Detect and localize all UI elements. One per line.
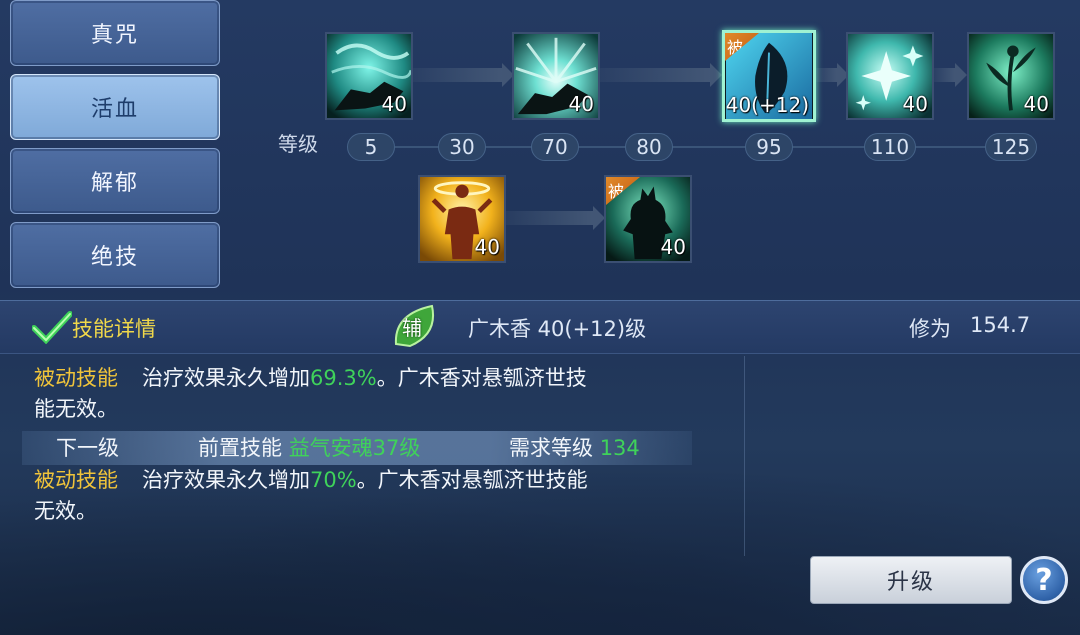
support-type-label: 辅 [402,316,422,340]
next-effect-line: 被动技能 治疗效果永久增加70%。广木香对悬瓠济世技能 [34,465,588,496]
effect-text: 治疗效果永久增加 [142,468,310,492]
skill-level: 40 [568,92,594,116]
tab-jieyu[interactable]: 解郁 [10,148,220,214]
level-step: 30 [438,133,486,161]
skill-slot-2[interactable]: 40 [512,32,600,120]
current-effect-line: 被动技能 治疗效果永久增加69.3%。广木香对悬瓠济世技 [34,363,587,394]
panel-divider [744,356,745,556]
required-level-label: 需求等级 [509,436,593,460]
level-step: 80 [625,133,673,161]
cultivation-value: 154.7 [970,313,1031,337]
effect-value: 69.3% [310,366,377,390]
required-level-line: 需求等级 134 [509,433,640,464]
level-step: 70 [531,133,579,161]
skill-slot-3[interactable]: 被 40(+12) [722,30,816,122]
skill-slot-7[interactable]: 被 40 [604,175,692,263]
level-track [395,146,1025,148]
upgrade-button[interactable]: 升级 [810,556,1012,604]
tree-arrow [505,206,605,230]
tree-arrow [815,63,849,87]
skill-level: 40 [474,235,500,259]
tree-arrow [933,63,967,87]
effect-text: 。广木香对悬瓠济世技 [376,366,587,390]
skill-name: 广木香 40(+12)级 [468,317,647,341]
effect-text: 无效。 [34,499,97,523]
skill-slot-1[interactable]: 40 [325,32,413,120]
effect-value: 70% [310,468,357,492]
passive-tag: 被动技能 [34,366,118,390]
tab-jueji[interactable]: 绝技 [10,222,220,288]
skill-level: 40(+12) [725,93,809,117]
skill-slot-4[interactable]: 40 [846,32,934,120]
level-step: 125 [985,133,1037,161]
prereq-label: 前置技能 [198,436,282,460]
help-button[interactable]: ? [1020,556,1068,604]
level-step: 5 [347,133,395,161]
support-type-badge: 辅 [392,304,438,348]
tab-zhenzhou[interactable]: 真咒 [10,0,220,66]
tree-arrow [412,63,514,87]
required-level-value: 134 [599,436,640,460]
cultivation-label: 修为 [909,317,951,341]
tab-huoxue[interactable]: 活血 [10,74,220,140]
skill-level: 40 [902,92,928,116]
level-step: 95 [745,133,793,161]
skill-slot-5[interactable]: 40 [967,32,1055,120]
level-step: 110 [864,133,916,161]
prereq-line: 前置技能 益气安魂37级 [198,433,420,464]
prereq-value: 益气安魂37级 [288,436,421,460]
current-effect-line2: 能无效。 [34,394,118,425]
effect-text: 。广木香对悬瓠济世技能 [356,468,588,492]
tree-arrow [598,63,722,87]
next-effect-line2: 无效。 [34,496,97,527]
skill-level: 40 [1023,92,1049,116]
effect-text: 治疗效果永久增加 [142,366,310,390]
skill-detail-title: 技能详情 [72,317,156,341]
passive-tag: 被动技能 [34,468,118,492]
skill-slot-6[interactable]: 40 [418,175,506,263]
skill-level: 40 [381,92,407,116]
check-icon [32,311,72,344]
level-label: 等级 [278,132,318,156]
skill-level: 40 [660,235,686,259]
effect-text: 能无效。 [34,397,118,421]
next-level-label: 下一级 [56,436,119,460]
